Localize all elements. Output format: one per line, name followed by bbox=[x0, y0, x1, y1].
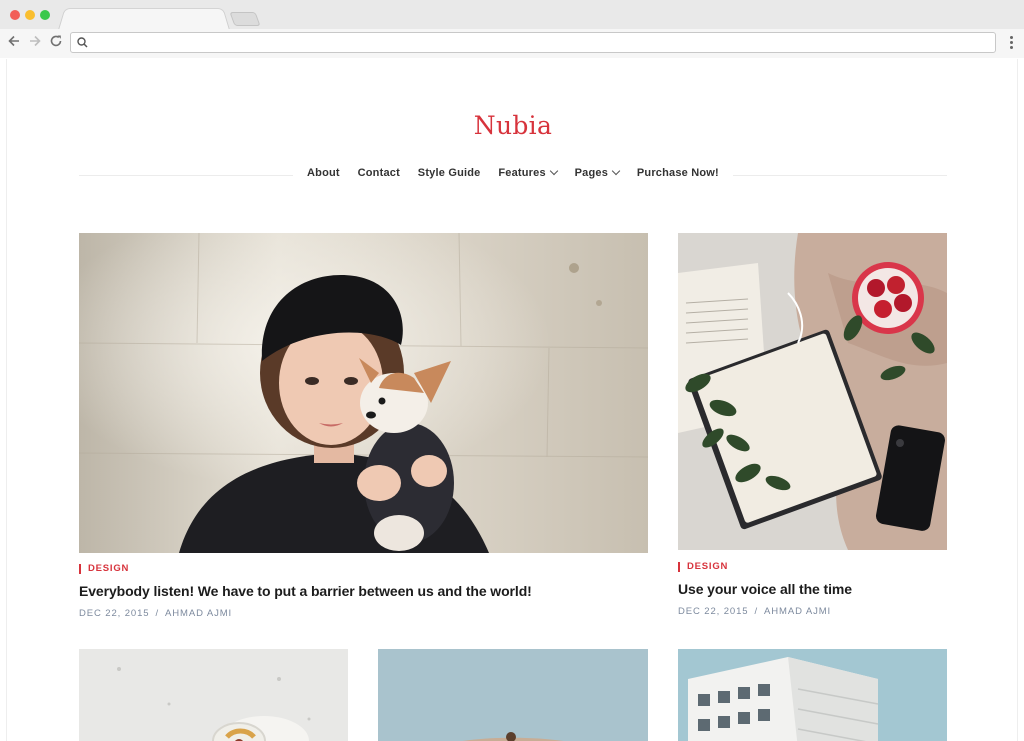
arrow-left-icon[interactable] bbox=[6, 34, 22, 52]
menu-item-label: Purchase Now! bbox=[636, 167, 719, 179]
post-title[interactable]: Use your voice all the time bbox=[678, 581, 852, 597]
menu-item-label: Style Guide bbox=[417, 167, 481, 179]
minimize-window-button[interactable] bbox=[25, 10, 35, 20]
search-icon bbox=[76, 36, 90, 50]
post-author[interactable]: AHMAD AJMI bbox=[764, 606, 831, 617]
menu-item-label: About bbox=[307, 167, 340, 179]
menu-item-purchase-now[interactable]: Purchase Now! bbox=[637, 167, 719, 179]
main-menu: About Contact Style Guide Features Pages… bbox=[307, 166, 719, 179]
post-category[interactable]: DESIGN bbox=[678, 562, 728, 572]
kebab-menu-icon[interactable] bbox=[1008, 35, 1014, 51]
menu-item-features[interactable]: Features bbox=[498, 166, 559, 179]
post-author[interactable]: AHMAD AJMI bbox=[165, 608, 232, 619]
arrow-right-icon[interactable] bbox=[27, 34, 43, 52]
menu-item-about[interactable]: About bbox=[307, 167, 340, 179]
browser-tab[interactable] bbox=[58, 8, 230, 30]
close-window-button[interactable] bbox=[10, 10, 20, 20]
post-date: DEC 22, 2015 bbox=[678, 606, 749, 617]
menu-item-label: Contact bbox=[357, 167, 400, 179]
menu-divider-left bbox=[79, 175, 293, 176]
maximize-window-button[interactable] bbox=[40, 10, 50, 20]
menu-item-label: Pages bbox=[574, 167, 609, 179]
post-image-notebook-flatlay[interactable] bbox=[678, 233, 947, 550]
menu-item-pages[interactable]: Pages bbox=[574, 166, 621, 179]
post-image-food[interactable] bbox=[79, 649, 348, 741]
post-date: DEC 22, 2015 bbox=[79, 608, 150, 619]
browser-chrome bbox=[0, 0, 1024, 58]
post-meta: DEC 22, 2015 / AHMAD AJMI bbox=[678, 606, 831, 617]
new-tab-button[interactable] bbox=[229, 12, 261, 26]
site-title[interactable]: Nubia bbox=[7, 111, 1017, 140]
address-bar[interactable] bbox=[70, 32, 996, 53]
tab-bar bbox=[0, 0, 1024, 30]
menu-item-label: Features bbox=[498, 167, 546, 179]
reload-icon[interactable] bbox=[48, 34, 64, 52]
meta-separator: / bbox=[155, 608, 160, 619]
post-image-sky[interactable] bbox=[378, 649, 648, 741]
post-image-building[interactable] bbox=[678, 649, 947, 741]
web-page: Nubia About Contact Style Guide Features… bbox=[6, 59, 1018, 741]
menu-item-style-guide[interactable]: Style Guide bbox=[418, 167, 481, 179]
menu-item-contact[interactable]: Contact bbox=[358, 167, 400, 179]
post-image-woman-with-dog[interactable] bbox=[79, 233, 648, 553]
chevron-down-icon bbox=[611, 166, 621, 176]
chevron-down-icon bbox=[549, 166, 559, 176]
url-input[interactable] bbox=[93, 35, 973, 51]
meta-separator: / bbox=[754, 606, 759, 617]
post-title[interactable]: Everybody listen! We have to put a barri… bbox=[79, 583, 532, 599]
browser-toolbar bbox=[0, 29, 1024, 58]
menu-divider-right bbox=[733, 175, 947, 176]
post-category[interactable]: DESIGN bbox=[79, 564, 129, 574]
post-meta: DEC 22, 2015 / AHMAD AJMI bbox=[79, 608, 232, 619]
